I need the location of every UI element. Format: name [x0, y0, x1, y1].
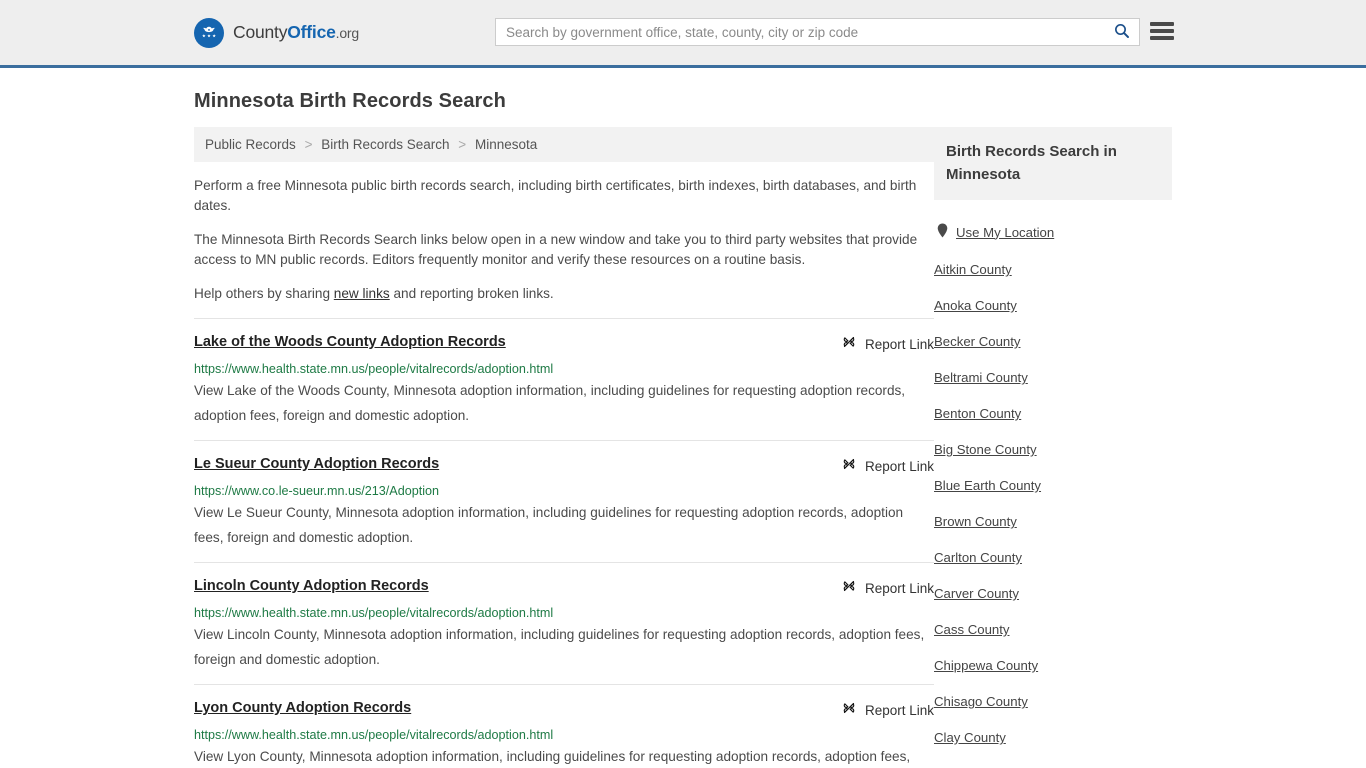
result-title-link[interactable]: Lyon County Adoption Records — [194, 699, 411, 717]
sidebar-item-county[interactable]: Blue Earth County — [934, 468, 1172, 504]
result-item: Lincoln County Adoption Records Report L… — [194, 562, 934, 684]
sidebar-item-county[interactable]: Carver County — [934, 576, 1172, 612]
brand-office: Office — [287, 22, 336, 42]
broken-link-icon — [841, 700, 857, 721]
main-content: Public Records > Birth Records Search > … — [194, 127, 934, 768]
sidebar-item-county[interactable]: Aitkin County — [934, 252, 1172, 288]
hamburger-bar — [1150, 29, 1174, 33]
hamburger-bar — [1150, 22, 1174, 26]
breadcrumb-separator: > — [458, 137, 467, 152]
new-links-link[interactable]: new links — [334, 286, 390, 301]
result-header: Lincoln County Adoption Records Report L… — [194, 577, 934, 599]
sidebar-item-county[interactable]: Clay County — [934, 720, 1172, 756]
sidebar-item-county[interactable]: Becker County — [934, 324, 1172, 360]
intro-paragraph-3-before: Help others by sharing — [194, 286, 334, 301]
result-title-link[interactable]: Lake of the Woods County Adoption Record… — [194, 333, 506, 351]
report-link-button[interactable]: Report Link — [841, 333, 934, 355]
content-columns: Public Records > Birth Records Search > … — [194, 127, 1172, 768]
report-link-label: Report Link — [864, 581, 934, 596]
sidebar-item-county[interactable]: Chisago County — [934, 684, 1172, 720]
broken-link-icon — [841, 578, 857, 599]
hamburger-menu-icon[interactable] — [1150, 20, 1174, 42]
report-link-label: Report Link — [864, 337, 934, 352]
broken-link-icon — [841, 456, 857, 477]
intro-text: Perform a free Minnesota public birth re… — [194, 176, 934, 304]
sidebar-item-county[interactable]: Anoka County — [934, 288, 1172, 324]
breadcrumb-item-public-records[interactable]: Public Records — [205, 137, 296, 152]
result-header: Lake of the Woods County Adoption Record… — [194, 333, 934, 355]
search-bar — [495, 18, 1140, 46]
result-description: View Lake of the Woods County, Minnesota… — [194, 383, 906, 423]
sidebar: Birth Records Search in Minnesota Use My… — [934, 127, 1172, 768]
result-item: Lyon County Adoption Records Report Link… — [194, 684, 934, 768]
sidebar-item-county[interactable]: Big Stone County — [934, 432, 1172, 468]
result-url[interactable]: https://www.co.le-sueur.mn.us/213/Adopti… — [194, 483, 934, 499]
sidebar-item-county[interactable]: Chippewa County — [934, 648, 1172, 684]
result-title-link[interactable]: Le Sueur County Adoption Records — [194, 455, 439, 473]
use-my-location-link[interactable]: Use My Location — [934, 213, 1172, 252]
result-description: View Le Sueur County, Minnesota adoption… — [194, 505, 904, 545]
page-container: Minnesota Birth Records Search Public Re… — [0, 90, 1366, 768]
breadcrumb-separator: > — [304, 137, 313, 152]
result-url[interactable]: https://www.health.state.mn.us/people/vi… — [194, 361, 934, 377]
brand-county: County — [233, 22, 288, 42]
search-icon — [1113, 22, 1131, 43]
sidebar-links: Use My Location Aitkin County Anoka Coun… — [934, 213, 1172, 768]
intro-paragraph-3-after: and reporting broken links. — [389, 286, 554, 301]
map-pin-icon — [937, 223, 948, 242]
search-input[interactable] — [496, 19, 1105, 45]
eagle-shield-logo-icon — [194, 17, 224, 48]
sidebar-heading: Birth Records Search in Minnesota — [934, 127, 1172, 200]
intro-paragraph-2: The Minnesota Birth Records Search links… — [194, 232, 918, 267]
breadcrumb-item-minnesota: Minnesota — [474, 137, 538, 152]
result-title-link[interactable]: Lincoln County Adoption Records — [194, 577, 429, 595]
result-description: View Lincoln County, Minnesota adoption … — [194, 627, 925, 667]
breadcrumb: Public Records > Birth Records Search > … — [194, 127, 934, 162]
sidebar-item-county[interactable]: Beltrami County — [934, 360, 1172, 396]
search-button[interactable] — [1105, 19, 1139, 45]
report-link-button[interactable]: Report Link — [841, 699, 934, 721]
sidebar-item-county[interactable]: Benton County — [934, 396, 1172, 432]
sidebar-item-county[interactable]: Brown County — [934, 504, 1172, 540]
report-link-label: Report Link — [864, 703, 934, 718]
breadcrumb-item-birth-records-search[interactable]: Birth Records Search — [321, 137, 449, 152]
result-item: Le Sueur County Adoption Records Report … — [194, 440, 934, 562]
site-header: CountyOffice.org — [0, 0, 1366, 68]
result-header: Le Sueur County Adoption Records Report … — [194, 455, 934, 477]
intro-paragraph-3: Help others by sharing new links and rep… — [194, 284, 934, 304]
result-url[interactable]: https://www.health.state.mn.us/people/vi… — [194, 605, 934, 621]
site-logo-text: CountyOffice.org — [233, 22, 359, 43]
page-title: Minnesota Birth Records Search — [194, 90, 506, 112]
report-link-button[interactable]: Report Link — [841, 455, 934, 477]
intro-paragraph-1: Perform a free Minnesota public birth re… — [194, 178, 917, 213]
broken-link-icon — [841, 334, 857, 355]
sidebar-item-county[interactable]: Cass County — [934, 612, 1172, 648]
use-my-location-label: Use My Location — [956, 224, 1055, 240]
brand-org: .org — [335, 25, 360, 41]
result-url[interactable]: https://www.health.state.mn.us/people/vi… — [194, 727, 934, 743]
results-list: Lake of the Woods County Adoption Record… — [194, 318, 934, 768]
report-link-label: Report Link — [864, 459, 934, 474]
report-link-button[interactable]: Report Link — [841, 577, 934, 599]
result-header: Lyon County Adoption Records Report Link — [194, 699, 934, 721]
hamburger-bar — [1150, 36, 1174, 40]
result-item: Lake of the Woods County Adoption Record… — [194, 318, 934, 440]
result-description: View Lyon County, Minnesota adoption inf… — [194, 749, 911, 764]
site-logo[interactable]: CountyOffice.org — [194, 17, 359, 48]
sidebar-item-county[interactable]: Carlton County — [934, 540, 1172, 576]
sidebar-item-county[interactable]: Clearwater County — [934, 756, 1172, 768]
